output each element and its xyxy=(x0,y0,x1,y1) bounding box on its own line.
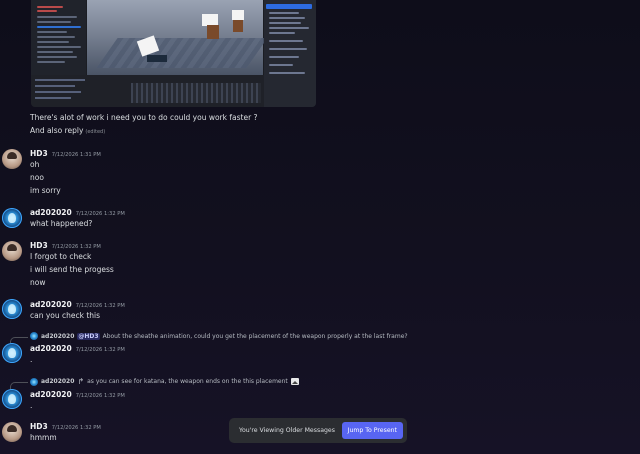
username[interactable]: ad202020 xyxy=(30,300,72,309)
reply-text: as you can see for katana, the weapon en… xyxy=(87,378,288,385)
avatar[interactable] xyxy=(2,208,22,228)
older-messages-bar: You're Viewing Older Messages Jump To Pr… xyxy=(229,418,407,443)
mention[interactable]: @HD3 xyxy=(77,332,100,340)
message-text: There's alot of work i need you to do co… xyxy=(30,113,258,122)
timestamp: 7/12/2026 1:32 PM xyxy=(51,244,101,250)
avatar[interactable] xyxy=(2,241,22,261)
timestamp: 7/12/2026 1:32 PM xyxy=(51,425,101,431)
username[interactable]: ad202020 xyxy=(30,390,72,399)
message-text: can you check this xyxy=(30,311,101,320)
timestamp: 7/12/2026 1:32 PM xyxy=(75,393,125,399)
timestamp: 7/12/2026 1:32 PM xyxy=(75,211,125,217)
avatar[interactable] xyxy=(2,299,22,319)
avatar[interactable] xyxy=(2,343,22,363)
reply-arrow-icon: ↱ xyxy=(77,377,85,386)
animation-timeline xyxy=(31,75,264,107)
reply-author[interactable]: ad202020 xyxy=(41,333,74,340)
message-text: . xyxy=(30,355,33,364)
message-text: now xyxy=(30,278,46,287)
message-text: . xyxy=(30,401,33,410)
message-text: i will send the progess xyxy=(30,265,114,274)
image-attachment[interactable] xyxy=(31,0,316,107)
username[interactable]: ad202020 xyxy=(30,208,72,217)
username[interactable]: ad202020 xyxy=(30,344,72,353)
message-text: I forgot to check xyxy=(30,252,92,261)
username[interactable]: HD3 xyxy=(30,149,48,158)
reply-author[interactable]: ad202020 xyxy=(41,378,74,385)
avatar[interactable] xyxy=(2,422,22,442)
message-text: noo xyxy=(30,173,44,182)
reply-avatar xyxy=(30,377,38,386)
message-header: HD3 7/12/2026 1:32 PM xyxy=(30,422,101,431)
message-text: hmmm xyxy=(30,433,57,442)
viewport-3d xyxy=(87,0,268,75)
message-text-content: And also reply xyxy=(30,126,84,135)
message-text: And also reply (edited) xyxy=(30,126,105,137)
explorer-panel xyxy=(31,0,86,75)
message-text: oh xyxy=(30,160,40,169)
reply-text: About the sheathe animation, could you g… xyxy=(102,332,408,340)
message-header: ad202020 7/12/2026 1:32 PM xyxy=(30,300,125,309)
avatar[interactable] xyxy=(2,389,22,409)
jump-to-present-button[interactable]: Jump To Present xyxy=(341,422,403,439)
message-header: ad202020 7/12/2026 1:32 PM xyxy=(30,390,125,399)
timestamp: 7/12/2026 1:32 PM xyxy=(75,303,125,309)
older-messages-label: You're Viewing Older Messages xyxy=(239,427,335,434)
message-header: HD3 7/12/2026 1:31 PM xyxy=(30,149,101,158)
message-header: ad202020 7/12/2026 1:32 PM xyxy=(30,208,125,217)
reply-preview[interactable]: ad202020 ↱ as you can see for katana, th… xyxy=(30,377,299,386)
timestamp: 7/12/2026 1:32 PM xyxy=(75,347,125,353)
reply-preview[interactable]: ad202020 @HD3 About the sheathe animatio… xyxy=(30,332,408,340)
reply-avatar xyxy=(30,332,38,340)
username[interactable]: HD3 xyxy=(30,422,48,431)
message-text: im sorry xyxy=(30,186,61,195)
message-text: what happened? xyxy=(30,219,93,228)
chat-scroller[interactable]: There's alot of work i need you to do co… xyxy=(0,0,640,454)
properties-panel xyxy=(264,0,316,107)
message-header: ad202020 7/12/2026 1:32 PM xyxy=(30,344,125,353)
avatar[interactable] xyxy=(2,149,22,169)
username[interactable]: HD3 xyxy=(30,241,48,250)
image-icon xyxy=(290,378,299,385)
timestamp: 7/12/2026 1:31 PM xyxy=(51,152,101,158)
message-header: HD3 7/12/2026 1:32 PM xyxy=(30,241,101,250)
edited-label: (edited) xyxy=(85,129,106,135)
